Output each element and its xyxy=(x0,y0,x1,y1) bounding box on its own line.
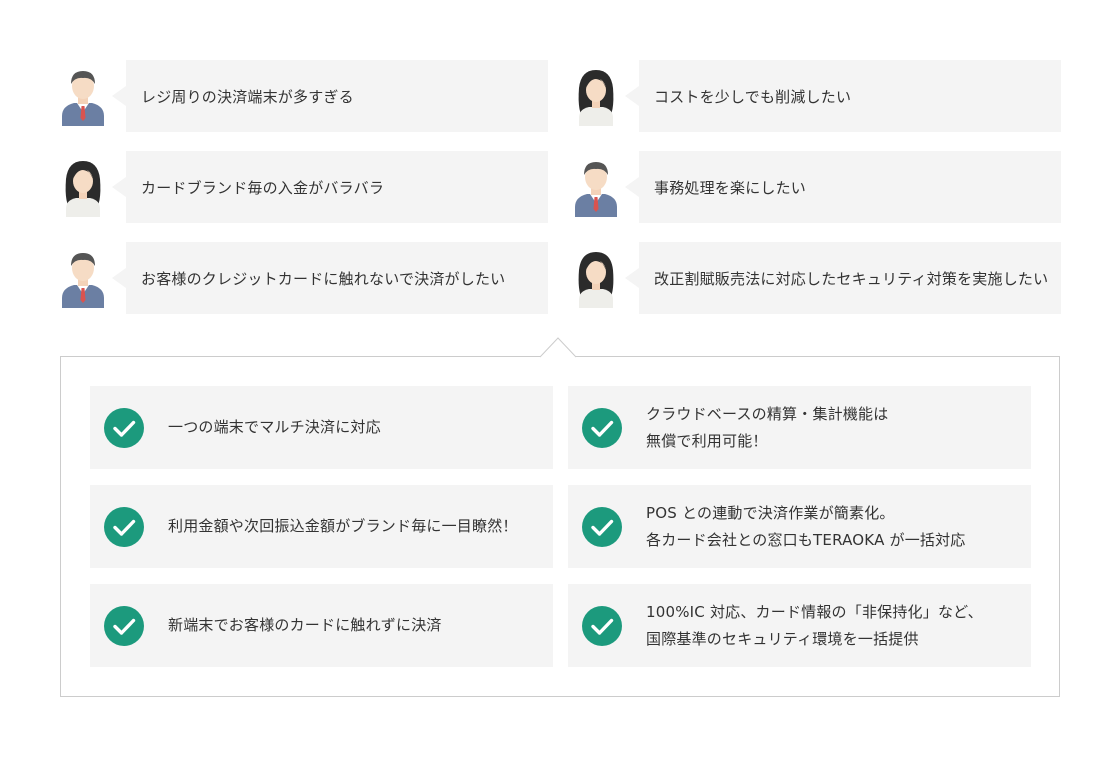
benefit-text: 一つの端末でマルチ決済に対応 xyxy=(168,386,545,469)
benefit-line: 100%IC 対応、カード情報の「非保持化」など、 xyxy=(646,602,983,621)
woman-avatar-icon xyxy=(571,66,621,126)
concern-item: カードブランド毎の入金がバラバラ xyxy=(58,151,548,223)
concern-item: コストを少しでも削減したい xyxy=(571,60,1061,132)
benefit-text: 新端末でお客様のカードに触れずに決済 xyxy=(168,584,545,667)
pointer-notch xyxy=(540,337,576,358)
woman-avatar-icon xyxy=(58,157,108,217)
benefit-line: 各カード会社との窓口もTERAOKA が一括対応 xyxy=(646,530,966,549)
concern-text: お客様のクレジットカードに触れないで決済がしたい xyxy=(112,242,548,314)
man-avatar-icon xyxy=(58,66,108,126)
benefit-line: 利用金額や次回振込金額がブランド毎に一目瞭然！ xyxy=(168,517,518,535)
man-avatar-icon xyxy=(571,157,621,217)
concern-item: レジ周りの決済端末が多すぎる xyxy=(58,60,548,132)
check-icon xyxy=(582,507,622,547)
concern-item: お客様のクレジットカードに触れないで決済がしたい xyxy=(58,242,548,314)
concern-text: コストを少しでも削減したい xyxy=(625,60,1061,132)
check-icon xyxy=(104,408,144,448)
concern-text: カードブランド毎の入金がバラバラ xyxy=(112,151,548,223)
solutions-panel: 一つの端末でマルチ決済に対応 クラウドベースの精算・集計機能は 無償で利用可能！… xyxy=(60,356,1060,697)
concern-item: 事務処理を楽にしたい xyxy=(571,151,1061,223)
benefit-item: 100%IC 対応、カード情報の「非保持化」など、 国際基準のセキュリティ環境を… xyxy=(568,584,1031,667)
benefit-line: 新端末でお客様のカードに触れずに決済 xyxy=(168,616,442,634)
benefit-line: 無償で利用可能！ xyxy=(646,431,768,450)
benefit-item: 新端末でお客様のカードに触れずに決済 xyxy=(90,584,553,667)
man-avatar-icon xyxy=(58,248,108,308)
check-icon xyxy=(104,507,144,547)
woman-avatar-icon xyxy=(571,248,621,308)
benefit-line: 一つの端末でマルチ決済に対応 xyxy=(168,418,381,436)
benefit-line: 国際基準のセキュリティ環境を一括提供 xyxy=(646,629,919,648)
concern-text: 事務処理を楽にしたい xyxy=(625,151,1061,223)
benefit-text: 100%IC 対応、カード情報の「非保持化」など、 国際基準のセキュリティ環境を… xyxy=(646,584,1023,667)
check-icon xyxy=(104,606,144,646)
benefit-text: POS との連動で決済作業が簡素化。 各カード会社との窓口もTERAOKA が一… xyxy=(646,485,1023,568)
benefit-text: クラウドベースの精算・集計機能は 無償で利用可能！ xyxy=(646,386,1023,469)
benefit-item: 一つの端末でマルチ決済に対応 xyxy=(90,386,553,469)
benefit-item: POS との連動で決済作業が簡素化。 各カード会社との窓口もTERAOKA が一… xyxy=(568,485,1031,568)
concern-text: レジ周りの決済端末が多すぎる xyxy=(112,60,548,132)
benefit-line: クラウドベースの精算・集計機能は xyxy=(646,404,889,423)
concern-item: 改正割賦販売法に対応したセキュリティ対策を実施したい xyxy=(571,242,1061,314)
benefit-item: 利用金額や次回振込金額がブランド毎に一目瞭然！ xyxy=(90,485,553,568)
check-icon xyxy=(582,408,622,448)
benefit-line: POS との連動で決済作業が簡素化。 xyxy=(646,503,895,522)
check-icon xyxy=(582,606,622,646)
concern-text: 改正割賦販売法に対応したセキュリティ対策を実施したい xyxy=(625,242,1061,314)
benefit-text: 利用金額や次回振込金額がブランド毎に一目瞭然！ xyxy=(168,485,545,568)
benefit-item: クラウドベースの精算・集計機能は 無償で利用可能！ xyxy=(568,386,1031,469)
